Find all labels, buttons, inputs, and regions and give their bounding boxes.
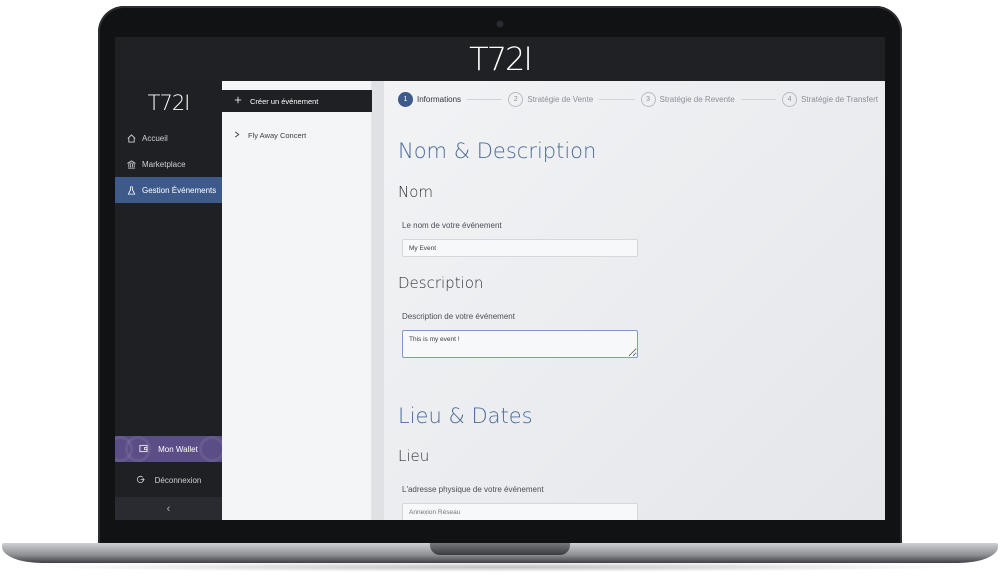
brand-logo: T72I <box>469 40 533 78</box>
screen: T72I T72I Accueil Marketplace Gestion Év… <box>115 37 885 520</box>
step-informations[interactable]: 1 Informations <box>398 91 462 107</box>
name-field-label: Le nom de votre événement <box>402 221 502 230</box>
logout-icon <box>136 475 145 486</box>
wallet-button[interactable]: Mon Wallet <box>115 436 222 462</box>
logout-label: Déconnexion <box>154 475 202 485</box>
camera-icon <box>497 21 503 27</box>
create-event-button[interactable]: Créer un événement <box>222 90 372 112</box>
subtitle-lieu: Lieu <box>398 447 430 465</box>
address-field-label: L'adresse physique de votre événement <box>402 485 544 494</box>
step-number: 1 <box>398 91 413 107</box>
wallet-label: Mon Wallet <box>158 444 198 454</box>
bank-icon <box>126 159 136 169</box>
step-divider <box>740 98 777 100</box>
section-title-lieu-dates: Lieu & Dates <box>398 404 533 428</box>
step-label: Stratégie de Vente <box>527 94 594 104</box>
event-item-fly-away-concert[interactable]: Fly Away Concert <box>222 126 372 144</box>
sidebar-item-accueil[interactable]: Accueil <box>115 125 222 151</box>
description-field-label: Description de votre événement <box>402 312 515 321</box>
sidebar-item-marketplace[interactable]: Marketplace <box>115 151 222 177</box>
top-bar: T72I <box>115 37 885 81</box>
step-label: Informations <box>417 94 462 104</box>
wallet-decor <box>199 436 222 462</box>
wallet-decor <box>125 436 151 462</box>
sidebar-item-label: Marketplace <box>142 159 186 169</box>
step-divider <box>467 98 503 100</box>
step-strategie-vente[interactable]: 2 Stratégie de Vente <box>508 91 594 107</box>
event-item-label: Fly Away Concert <box>248 130 307 140</box>
sidebar-logo: T72I <box>147 91 191 115</box>
home-icon <box>126 133 136 143</box>
description-textarea[interactable]: This is my event ! <box>402 330 638 358</box>
sidebar: T72I Accueil Marketplace Gestion Événeme… <box>115 81 222 520</box>
name-input[interactable] <box>402 239 638 257</box>
subtitle-nom: Nom <box>398 183 434 201</box>
step-divider <box>599 98 635 100</box>
create-event-label: Créer un événement <box>250 96 319 106</box>
sidebar-item-label: Gestion Événements <box>142 185 217 195</box>
step-label: Stratégie de Revente <box>659 94 735 104</box>
section-title-nom-description: Nom & Description <box>398 139 597 163</box>
flask-icon <box>126 185 136 195</box>
step-strategie-transfert[interactable]: 4 Stratégie de Transfert <box>782 91 878 107</box>
sidebar-item-label: Accueil <box>142 133 168 143</box>
step-label: Stratégie de Transfert <box>801 94 878 104</box>
step-number: 2 <box>508 91 524 107</box>
address-input[interactable] <box>402 503 638 520</box>
logout-button[interactable]: Déconnexion <box>115 467 222 493</box>
step-strategie-revente[interactable]: 3 Stratégie de Revente <box>640 91 735 107</box>
step-number: 3 <box>640 91 656 107</box>
collapse-sidebar-button[interactable]: ‹ <box>115 497 222 520</box>
sidebar-item-gestion-evenements[interactable]: Gestion Événements <box>115 177 222 203</box>
subtitle-description: Description <box>398 274 484 292</box>
chevron-right-icon <box>234 131 240 140</box>
plus-icon <box>234 96 242 106</box>
laptop-shadow <box>30 562 970 572</box>
events-panel: Créer un événement Fly Away Concert <box>222 81 372 520</box>
step-number: 4 <box>782 91 798 107</box>
laptop-notch <box>430 543 570 555</box>
event-form: 1 Informations 2 Stratégie de Vente 3 St… <box>372 81 885 520</box>
chevron-left-icon: ‹ <box>166 502 171 515</box>
stepper: 1 Informations 2 Stratégie de Vente 3 St… <box>398 90 878 108</box>
